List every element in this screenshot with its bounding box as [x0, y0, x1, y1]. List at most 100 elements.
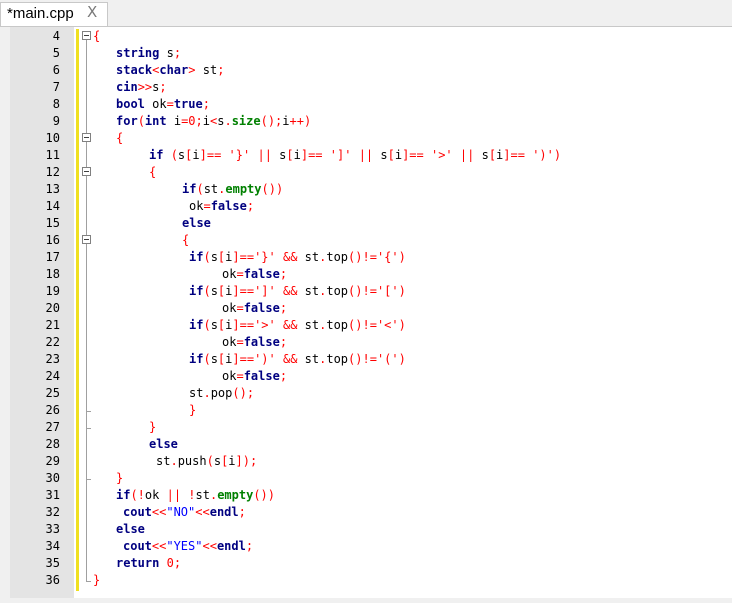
code-token: s — [213, 454, 222, 468]
code-line: 29 st.push(s[i]); — [0, 453, 732, 470]
line-number: 29 — [45, 454, 60, 468]
code-token: 0 — [188, 114, 196, 128]
code-text: for(int i=0;i<s.size();i++) — [116, 113, 311, 130]
code-line: 4{ — [0, 28, 732, 45]
code-token: if — [116, 488, 131, 502]
code-token: ; — [195, 114, 203, 128]
code-token: << — [151, 539, 167, 553]
line-number: 16 — [45, 233, 60, 247]
code-token: ]==')' — [232, 352, 276, 366]
code-token: empty — [225, 182, 262, 196]
line-number: 31 — [45, 488, 60, 502]
code-token: ]== — [300, 148, 323, 162]
line-number: 4 — [52, 29, 60, 43]
fold-toggle-icon[interactable] — [82, 133, 91, 142]
code-line: 18 ok=false; — [0, 266, 732, 283]
code-text: } — [116, 470, 123, 487]
close-icon[interactable]: X — [87, 3, 97, 21]
code-token: st — [297, 250, 320, 264]
line-number: 8 — [52, 97, 60, 111]
code-token: false — [243, 335, 280, 349]
code-token: s — [210, 352, 218, 366]
code-line: 27} — [0, 419, 732, 436]
code-token: ( — [203, 284, 211, 298]
code-token: ; — [173, 46, 182, 60]
code-line: 31 if(!ok || !st.empty()) — [0, 487, 732, 504]
line-number: 23 — [45, 352, 60, 366]
code-token: st — [297, 318, 320, 332]
code-token: ; — [279, 301, 288, 315]
line-number: 7 — [52, 80, 60, 94]
fold-toggle-icon[interactable] — [82, 31, 91, 40]
code-line: 32 cout<<"NO"<<endl; — [0, 504, 732, 521]
code-token: ()!='(') — [348, 352, 406, 366]
code-token: = — [236, 267, 244, 281]
code-token: if — [189, 250, 204, 264]
code-token: i — [166, 114, 182, 128]
line-number: 24 — [45, 369, 60, 383]
code-token: top — [326, 352, 349, 366]
code-token: ]); — [235, 454, 258, 468]
code-line: 20 ok=false; — [0, 300, 732, 317]
code-token: cout — [123, 505, 152, 519]
code-token: for — [116, 114, 138, 128]
code-text: ok=false; — [222, 266, 287, 283]
code-token: ok — [222, 335, 237, 349]
code-token: false — [243, 369, 280, 383]
line-number: 32 — [45, 505, 60, 519]
code-text: if(s[i]==']' && st.top()!='[') — [189, 283, 406, 300]
code-token: ok — [144, 97, 167, 111]
code-token: '}' — [228, 148, 251, 162]
line-number: 26 — [45, 403, 60, 417]
code-token: i — [202, 114, 210, 128]
code-text: if(s[i]=='}' && st.top()!='{') — [189, 249, 406, 266]
tab-title: *main.cpp — [7, 5, 74, 22]
code-token: else — [116, 522, 145, 536]
tab-bar: *main.cpp X — [0, 0, 732, 26]
code-token: ']' — [329, 148, 352, 162]
fold-end-marker — [86, 479, 91, 480]
code-line: 30} — [0, 470, 732, 487]
code-text: } — [149, 419, 156, 436]
code-token: st — [195, 488, 210, 502]
code-token: ]== — [503, 148, 525, 162]
code-token: ()!='[') — [348, 284, 406, 298]
code-line: 14 ok=false; — [0, 198, 732, 215]
fold-toggle-icon[interactable] — [82, 167, 91, 176]
code-token: ( — [203, 352, 211, 366]
code-token: stack — [116, 63, 153, 77]
tab-main-cpp[interactable]: *main.cpp X — [0, 2, 108, 26]
code-token: false — [243, 301, 280, 315]
code-text: { — [149, 164, 156, 181]
code-token: s — [210, 250, 218, 264]
code-token: >> — [137, 80, 153, 94]
code-token: ; — [279, 369, 288, 383]
code-token: ! — [188, 488, 196, 502]
code-token: ]== — [402, 148, 424, 162]
code-token: || — [166, 488, 182, 502]
line-number: 18 — [45, 267, 60, 281]
fold-toggle-icon[interactable] — [82, 235, 91, 244]
code-token: return — [116, 556, 160, 570]
code-text: if(s[i]==')' && st.top()!='(') — [189, 351, 406, 368]
code-token: s — [210, 284, 218, 298]
code-token: if — [189, 284, 204, 298]
code-token: ok — [222, 301, 237, 315]
code-line: 24 ok=false; — [0, 368, 732, 385]
code-text: string s; — [116, 45, 181, 62]
code-line: 34 cout<<"YES"<<endl; — [0, 538, 732, 555]
code-token: i — [192, 148, 200, 162]
code-line: 19 if(s[i]==']' && st.top()!='[') — [0, 283, 732, 300]
code-token: = — [236, 369, 244, 383]
code-line: 33 else — [0, 521, 732, 538]
code-token: ; — [202, 97, 210, 111]
line-number: 30 — [45, 471, 60, 485]
code-token: ; — [159, 80, 167, 94]
code-token: = — [203, 199, 211, 213]
code-token: ; — [245, 539, 254, 553]
code-editor[interactable]: 4{5 string s; 6 stack<char> st; 7 cin>>s; 8 boo… — [0, 26, 732, 598]
code-token: false — [210, 199, 247, 213]
